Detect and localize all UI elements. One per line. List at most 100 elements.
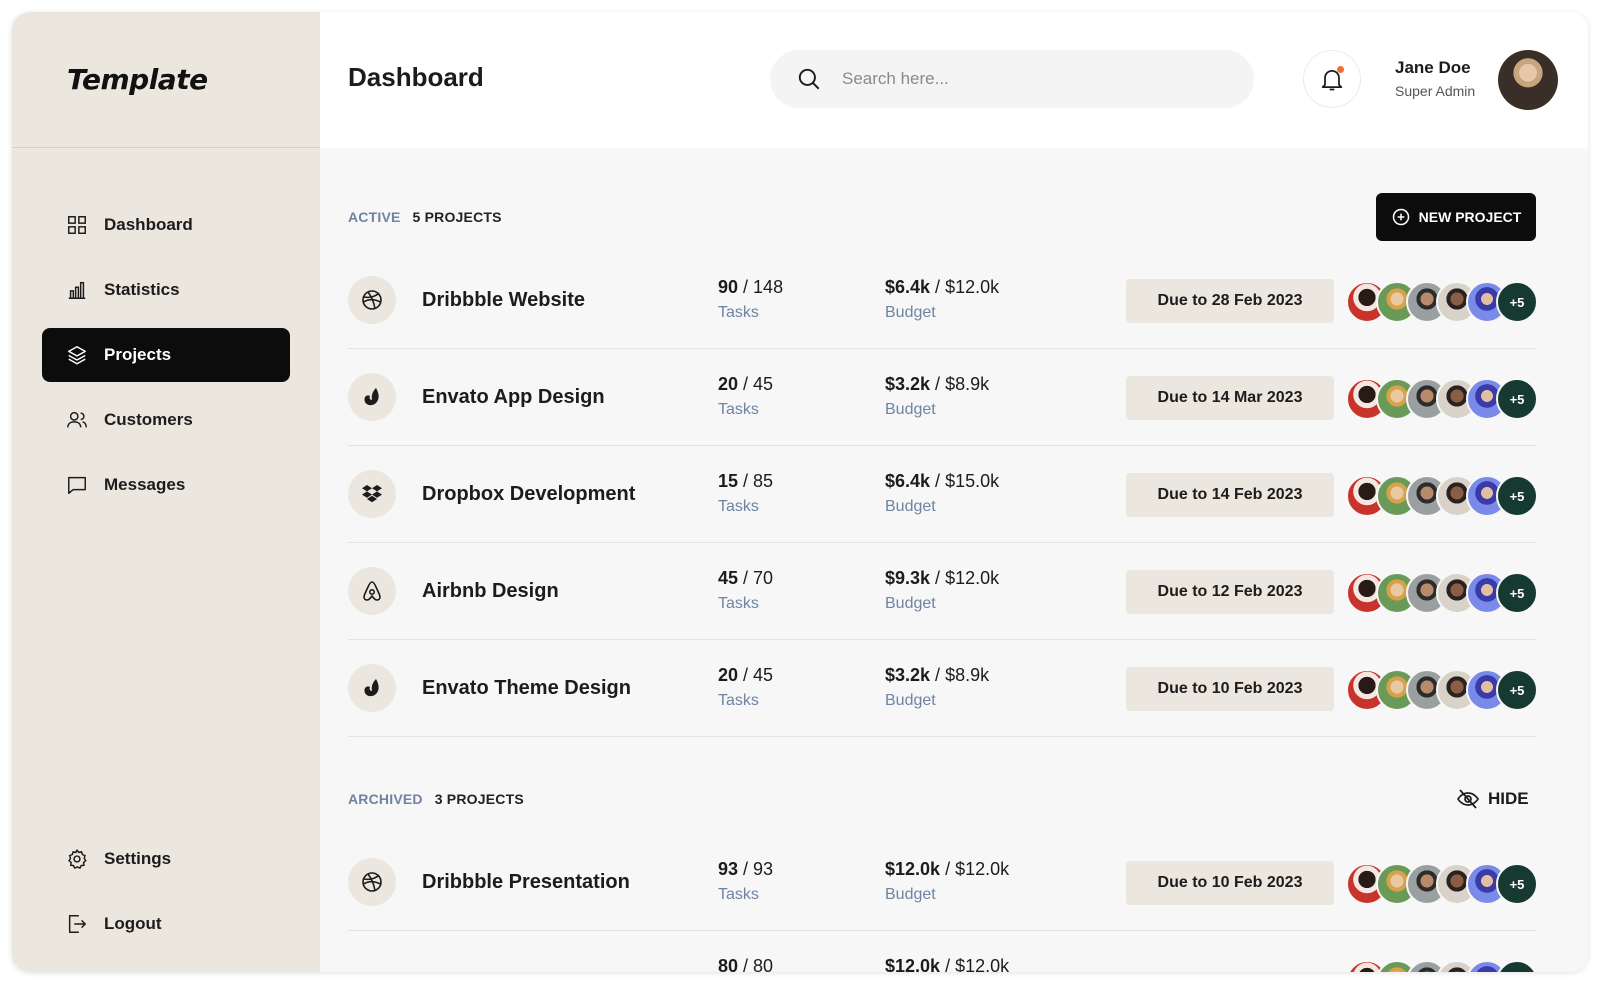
hide-button[interactable]: HIDE — [1456, 787, 1529, 811]
avatar[interactable] — [1498, 50, 1558, 110]
search-input[interactable] — [842, 69, 1222, 89]
logo[interactable]: Template — [67, 63, 208, 96]
project-name[interactable]: Envato App Design — [422, 386, 605, 409]
search-bar[interactable] — [770, 50, 1254, 108]
more-members-badge[interactable]: +5 — [1496, 863, 1538, 905]
member-avatars[interactable]: +5 — [1346, 669, 1542, 713]
sidebar-item-projects[interactable]: Projects — [42, 328, 290, 382]
project-icon-badge — [348, 276, 396, 324]
tasks-metric: 90 / 148 Tasks — [718, 277, 783, 322]
budget-spent: $3.2k — [885, 665, 930, 685]
user-info[interactable]: Jane Doe Super Admin — [1395, 58, 1475, 99]
project-name[interactable]: Envato Theme Design — [422, 677, 631, 700]
project-icon-badge — [348, 664, 396, 712]
member-avatars[interactable] — [1346, 960, 1542, 972]
budget-spent: $3.2k — [885, 374, 930, 394]
eye-off-icon — [1456, 787, 1480, 811]
project-name[interactable]: Airbnb Design — [422, 580, 559, 603]
sidebar-item-statistics[interactable]: Statistics — [42, 263, 290, 317]
more-members-badge[interactable] — [1496, 960, 1538, 972]
project-row[interactable]: Airbnb Design 45 / 70 Tasks $9.3k / $12.… — [348, 540, 1536, 640]
budget-spent: $9.3k — [885, 568, 930, 588]
tasks-total: 45 — [753, 665, 773, 685]
tasks-done: 20 — [718, 374, 738, 394]
tasks-label: Tasks — [718, 692, 773, 710]
dribbble-icon — [360, 870, 384, 894]
logout-icon — [66, 913, 88, 935]
budget-spent: $6.4k — [885, 471, 930, 491]
project-row[interactable]: Envato Theme Design 20 / 45 Tasks $3.2k … — [348, 637, 1536, 737]
member-avatars[interactable]: +5 — [1346, 281, 1542, 325]
sidebar-bottom-nav: Settings Logout — [42, 832, 290, 962]
user-name: Jane Doe — [1395, 58, 1475, 78]
tasks-metric: 80 / 80 — [718, 956, 773, 972]
user-role: Super Admin — [1395, 83, 1475, 99]
message-icon — [66, 474, 88, 496]
budget-label: Budget — [885, 595, 999, 613]
member-avatars[interactable]: +5 — [1346, 572, 1542, 616]
section-count: 5 PROJECTS — [413, 209, 502, 225]
due-date-badge: Due to 28 Feb 2023 — [1126, 279, 1334, 323]
budget-total: $15.0k — [945, 471, 999, 491]
budget-metric: $12.0k / $12.0k Budget — [885, 859, 1009, 904]
project-row[interactable]: Dropbox Development 15 / 85 Tasks $6.4k … — [348, 443, 1536, 543]
project-name[interactable]: Dribbble Website — [422, 289, 585, 312]
new-project-button[interactable]: NEW PROJECT — [1376, 193, 1536, 241]
app-window: Template Dashboard Statistics Projects C… — [12, 12, 1588, 972]
notification-button[interactable] — [1303, 50, 1361, 108]
member-avatars[interactable]: +5 — [1346, 863, 1542, 907]
more-members-badge[interactable]: +5 — [1496, 475, 1538, 517]
project-icon-badge — [348, 470, 396, 518]
due-date-badge: Due to 10 Feb 2023 — [1126, 667, 1334, 711]
project-row[interactable]: Dribbble Presentation 93 / 93 Tasks $12.… — [348, 831, 1536, 931]
project-icon-badge — [348, 567, 396, 615]
more-members-badge[interactable]: +5 — [1496, 378, 1538, 420]
envato-icon — [360, 676, 384, 700]
project-name[interactable]: Dropbox Development — [422, 483, 635, 506]
project-name[interactable]: Dribbble Presentation — [422, 871, 630, 894]
tasks-total: 70 — [753, 568, 773, 588]
sidebar-item-settings[interactable]: Settings — [42, 832, 290, 886]
more-members-badge[interactable]: +5 — [1496, 572, 1538, 614]
main-content: Dashboard Jane Doe Super Admin ACTIVE 5 … — [320, 12, 1588, 972]
project-row[interactable]: Envato App Design 20 / 45 Tasks $3.2k / … — [348, 346, 1536, 446]
budget-metric: $12.0k / $12.0k — [885, 956, 1009, 972]
sidebar-item-logout[interactable]: Logout — [42, 897, 290, 951]
budget-total: $12.0k — [955, 956, 1009, 972]
budget-total: $8.9k — [945, 665, 989, 685]
envato-icon — [360, 385, 384, 409]
budget-metric: $6.4k / $12.0k Budget — [885, 277, 999, 322]
sidebar-item-label: Dashboard — [104, 215, 193, 235]
tasks-metric: 15 / 85 Tasks — [718, 471, 773, 516]
tasks-done: 80 — [718, 956, 738, 972]
grid-icon — [66, 214, 88, 236]
tasks-total: 93 — [753, 859, 773, 879]
tasks-label: Tasks — [718, 595, 773, 613]
dropbox-icon — [360, 482, 384, 506]
tasks-label: Tasks — [718, 304, 783, 322]
sidebar-item-label: Settings — [104, 849, 171, 869]
due-date-badge: Due to 14 Mar 2023 — [1126, 376, 1334, 420]
due-date-badge: Due to 14 Feb 2023 — [1126, 473, 1334, 517]
tasks-metric: 20 / 45 Tasks — [718, 374, 773, 419]
notification-dot — [1337, 66, 1344, 73]
member-avatars[interactable]: +5 — [1346, 378, 1542, 422]
budget-metric: $6.4k / $15.0k Budget — [885, 471, 999, 516]
section-label: ACTIVE — [348, 209, 401, 225]
tasks-total: 85 — [753, 471, 773, 491]
project-row[interactable]: 80 / 80 $12.0k / $12.0k — [348, 928, 1536, 972]
tasks-metric: 45 / 70 Tasks — [718, 568, 773, 613]
tasks-metric: 93 / 93 Tasks — [718, 859, 773, 904]
more-members-badge[interactable]: +5 — [1496, 669, 1538, 711]
tasks-metric: 20 / 45 Tasks — [718, 665, 773, 710]
project-icon-badge — [348, 858, 396, 906]
section-count: 3 PROJECTS — [435, 791, 524, 807]
member-avatars[interactable]: +5 — [1346, 475, 1542, 519]
sidebar-item-customers[interactable]: Customers — [42, 393, 290, 447]
archived-section-header: ARCHIVED 3 PROJECTS — [348, 791, 524, 807]
sidebar-item-dashboard[interactable]: Dashboard — [42, 198, 290, 252]
tasks-label: Tasks — [718, 886, 773, 904]
sidebar-item-messages[interactable]: Messages — [42, 458, 290, 512]
project-row[interactable]: Dribbble Website 90 / 148 Tasks $6.4k / … — [348, 249, 1536, 349]
more-members-badge[interactable]: +5 — [1496, 281, 1538, 323]
